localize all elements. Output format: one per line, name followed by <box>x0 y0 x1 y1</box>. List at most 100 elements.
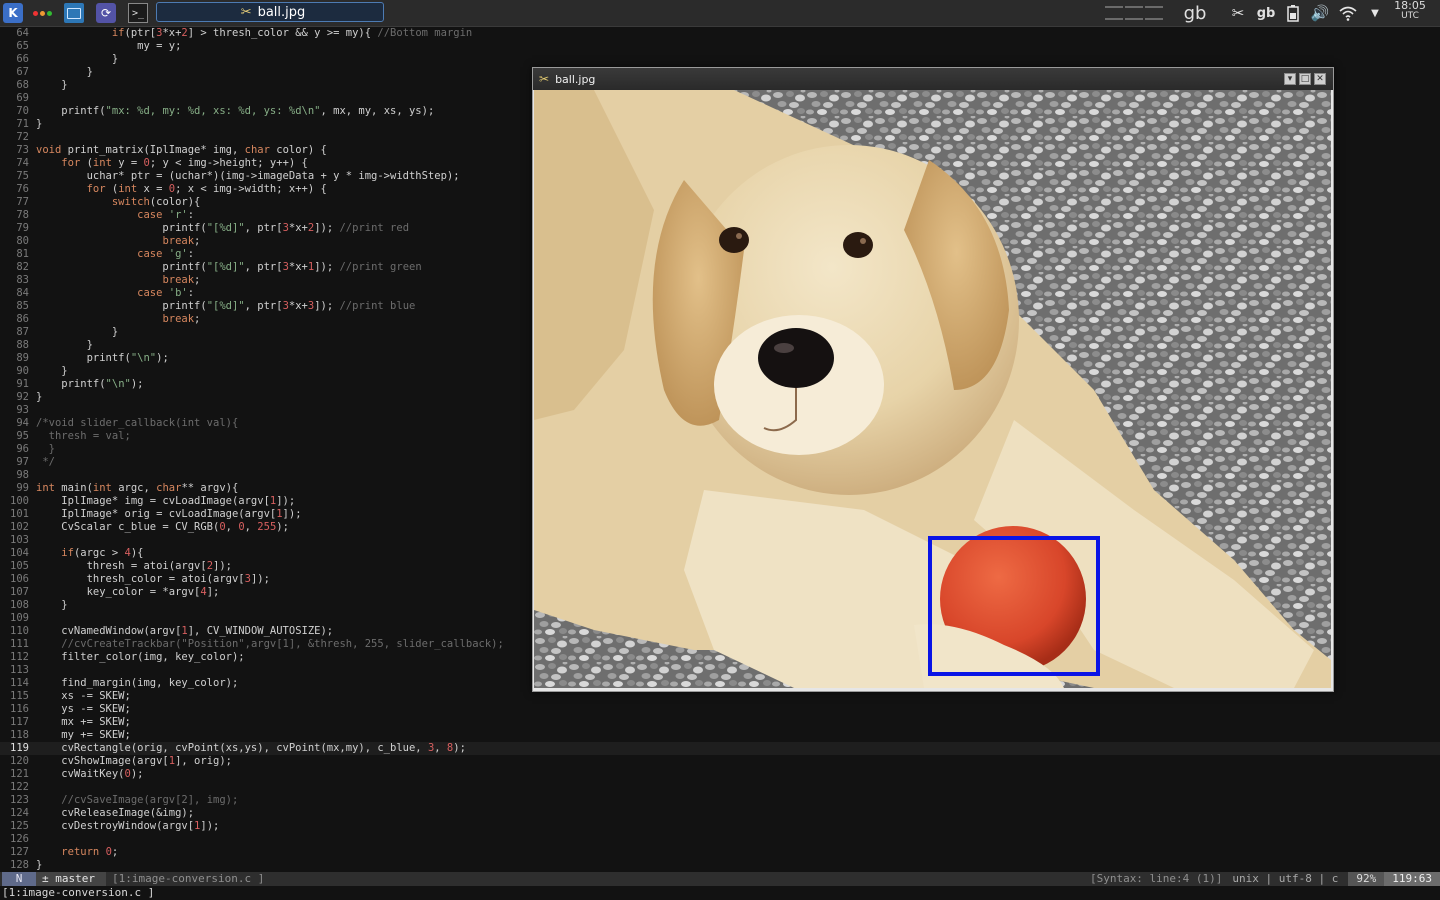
desktop-4[interactable] <box>1105 18 1123 20</box>
code-text[interactable]: CvScalar c_blue = CV_RGB(0, 0, 255); <box>36 521 289 534</box>
code-line[interactable]: 124 cvReleaseImage(&img); <box>0 807 1440 820</box>
code-text[interactable]: uchar* ptr = (uchar*)(img->imageData + y… <box>36 170 460 183</box>
code-text[interactable]: printf("[%d]", ptr[3*x+3]); //print blue <box>36 300 415 313</box>
volume-icon[interactable]: 🔊 <box>1310 3 1330 23</box>
code-text[interactable]: case 'b': <box>36 287 194 300</box>
keyboard-layout-large[interactable]: gb <box>1180 2 1210 24</box>
code-text[interactable]: my += SKEW; <box>36 729 131 742</box>
terminal-icon[interactable]: >_ <box>128 3 148 23</box>
minimize-button[interactable]: ▾ <box>1284 73 1296 85</box>
code-text[interactable]: IplImage* img = cvLoadImage(argv[1]); <box>36 495 295 508</box>
code-text[interactable]: printf("[%d]", ptr[3*x+2]); //print red <box>36 222 409 235</box>
code-text[interactable]: } <box>36 326 118 339</box>
code-text[interactable]: if(argc > 4){ <box>36 547 143 560</box>
code-line[interactable]: 122 <box>0 781 1440 794</box>
scissors-icon[interactable]: ✂ <box>1228 3 1248 23</box>
code-text[interactable]: } <box>36 391 42 404</box>
task-ball-jpg[interactable]: ✂ ball.jpg <box>156 2 384 22</box>
code-line[interactable]: 121 cvWaitKey(0); <box>0 768 1440 781</box>
command-line[interactable]: [1:image-conversion.c ] <box>0 886 1440 900</box>
kde-menu-button[interactable]: K <box>3 3 23 23</box>
keyboard-layout-small[interactable]: gb <box>1255 2 1277 24</box>
window-titlebar[interactable]: ✂ ball.jpg ▾ □ ✕ <box>533 68 1333 90</box>
code-line[interactable]: 66 } <box>0 53 1440 66</box>
code-text[interactable]: printf("\n"); <box>36 352 169 365</box>
tray-expand-icon[interactable]: ▼ <box>1365 3 1385 23</box>
code-text[interactable]: cvNamedWindow(argv[1], CV_WINDOW_AUTOSIZ… <box>36 625 333 638</box>
code-text[interactable]: xs -= SKEW; <box>36 690 131 703</box>
code-text[interactable]: cvWaitKey(0); <box>36 768 143 781</box>
show-desktop-icon[interactable] <box>64 3 84 23</box>
code-text[interactable]: } <box>36 53 118 66</box>
code-text[interactable]: break; <box>36 313 200 326</box>
code-text[interactable]: printf("[%d]", ptr[3*x+1]); //print gree… <box>36 261 421 274</box>
image-window[interactable]: ✂ ball.jpg ▾ □ ✕ <box>532 67 1334 692</box>
app-dots-icon[interactable] <box>30 3 54 23</box>
code-text[interactable]: } <box>36 79 67 92</box>
desktop-5[interactable] <box>1125 18 1143 20</box>
code-text[interactable]: void print_matrix(IplImage* img, char co… <box>36 144 327 157</box>
code-line[interactable]: 116 ys -= SKEW; <box>0 703 1440 716</box>
code-text[interactable]: return 0; <box>36 846 118 859</box>
code-text[interactable]: mx += SKEW; <box>36 716 131 729</box>
code-line[interactable]: 64 if(ptr[3*x+2] > thresh_color && y >= … <box>0 27 1440 40</box>
code-text[interactable]: printf("\n"); <box>36 378 143 391</box>
desktop-3[interactable] <box>1145 6 1163 8</box>
code-text[interactable]: thresh = atoi(argv[2]); <box>36 560 232 573</box>
code-text[interactable]: cvShowImage(argv[1], orig); <box>36 755 232 768</box>
code-line[interactable]: 120 cvShowImage(argv[1], orig); <box>0 755 1440 768</box>
code-line[interactable]: 118 my += SKEW; <box>0 729 1440 742</box>
code-text[interactable]: break; <box>36 235 200 248</box>
code-text[interactable]: } <box>36 66 93 79</box>
code-text[interactable]: } <box>36 118 42 131</box>
code-text[interactable]: find_margin(img, key_color); <box>36 677 238 690</box>
code-text[interactable]: } <box>36 859 42 872</box>
code-text[interactable]: ys -= SKEW; <box>36 703 131 716</box>
code-line[interactable]: 65 my = y; <box>0 40 1440 53</box>
code-text[interactable]: if(ptr[3*x+2] > thresh_color && y >= my)… <box>36 27 472 40</box>
desktop-2[interactable] <box>1125 6 1143 8</box>
code-text[interactable]: switch(color){ <box>36 196 201 209</box>
battery-icon[interactable] <box>1283 3 1303 23</box>
code-text[interactable]: break; <box>36 274 200 287</box>
code-text[interactable]: IplImage* orig = cvLoadImage(argv[1]); <box>36 508 301 521</box>
code-line[interactable]: 123 //cvSaveImage(argv[2], img); <box>0 794 1440 807</box>
code-text[interactable]: */ <box>36 456 55 469</box>
code-text[interactable]: thresh = val; <box>36 430 131 443</box>
wifi-icon[interactable] <box>1338 3 1358 23</box>
code-text[interactable]: key_color = *argv[4]; <box>36 586 220 599</box>
code-text[interactable]: } <box>36 443 55 456</box>
code-text[interactable]: cvReleaseImage(&img); <box>36 807 194 820</box>
code-text[interactable]: } <box>36 339 93 352</box>
code-text[interactable]: cvDestroyWindow(argv[1]); <box>36 820 219 833</box>
code-text[interactable]: printf("mx: %d, my: %d, xs: %d, ys: %d\n… <box>36 105 434 118</box>
code-text[interactable]: //cvSaveImage(argv[2], img); <box>36 794 238 807</box>
close-button[interactable]: ✕ <box>1314 73 1326 85</box>
code-text[interactable]: filter_color(img, key_color); <box>36 651 244 664</box>
maximize-button[interactable]: □ <box>1299 73 1311 85</box>
code-text[interactable]: for (int y = 0; y < img->height; y++) { <box>36 157 308 170</box>
code-text[interactable]: case 'r': <box>36 209 194 222</box>
code-line[interactable]: 126 <box>0 833 1440 846</box>
line-number: 80 <box>16 235 29 247</box>
code-text[interactable]: } <box>36 365 67 378</box>
desktop-pager[interactable] <box>1104 2 1164 24</box>
code-text[interactable]: //cvCreateTrackbar("Position",argv[1], &… <box>36 638 504 651</box>
code-text[interactable]: my = y; <box>36 40 181 53</box>
code-line[interactable]: 125 cvDestroyWindow(argv[1]); <box>0 820 1440 833</box>
code-line[interactable]: 127 return 0; <box>0 846 1440 859</box>
code-line[interactable]: 119 cvRectangle(orig, cvPoint(xs,ys), cv… <box>0 742 1440 755</box>
code-line[interactable]: 128} <box>0 859 1440 872</box>
code-text[interactable]: for (int x = 0; x < img->width; x++) { <box>36 183 327 196</box>
desktop-1[interactable] <box>1105 6 1123 8</box>
desktop-6[interactable] <box>1145 18 1163 20</box>
code-text[interactable]: int main(int argc, char** argv){ <box>36 482 238 495</box>
code-text[interactable]: /*void slider_callback(int val){ <box>36 417 238 430</box>
code-text[interactable]: case 'g': <box>36 248 194 261</box>
code-text[interactable]: thresh_color = atoi(argv[3]); <box>36 573 270 586</box>
sync-icon[interactable]: ⟳ <box>96 3 116 23</box>
code-text[interactable]: cvRectangle(orig, cvPoint(xs,ys), cvPoin… <box>36 742 466 755</box>
code-line[interactable]: 117 mx += SKEW; <box>0 716 1440 729</box>
clock[interactable]: 18:05 UTC <box>1390 0 1430 22</box>
code-text[interactable]: } <box>36 599 67 612</box>
